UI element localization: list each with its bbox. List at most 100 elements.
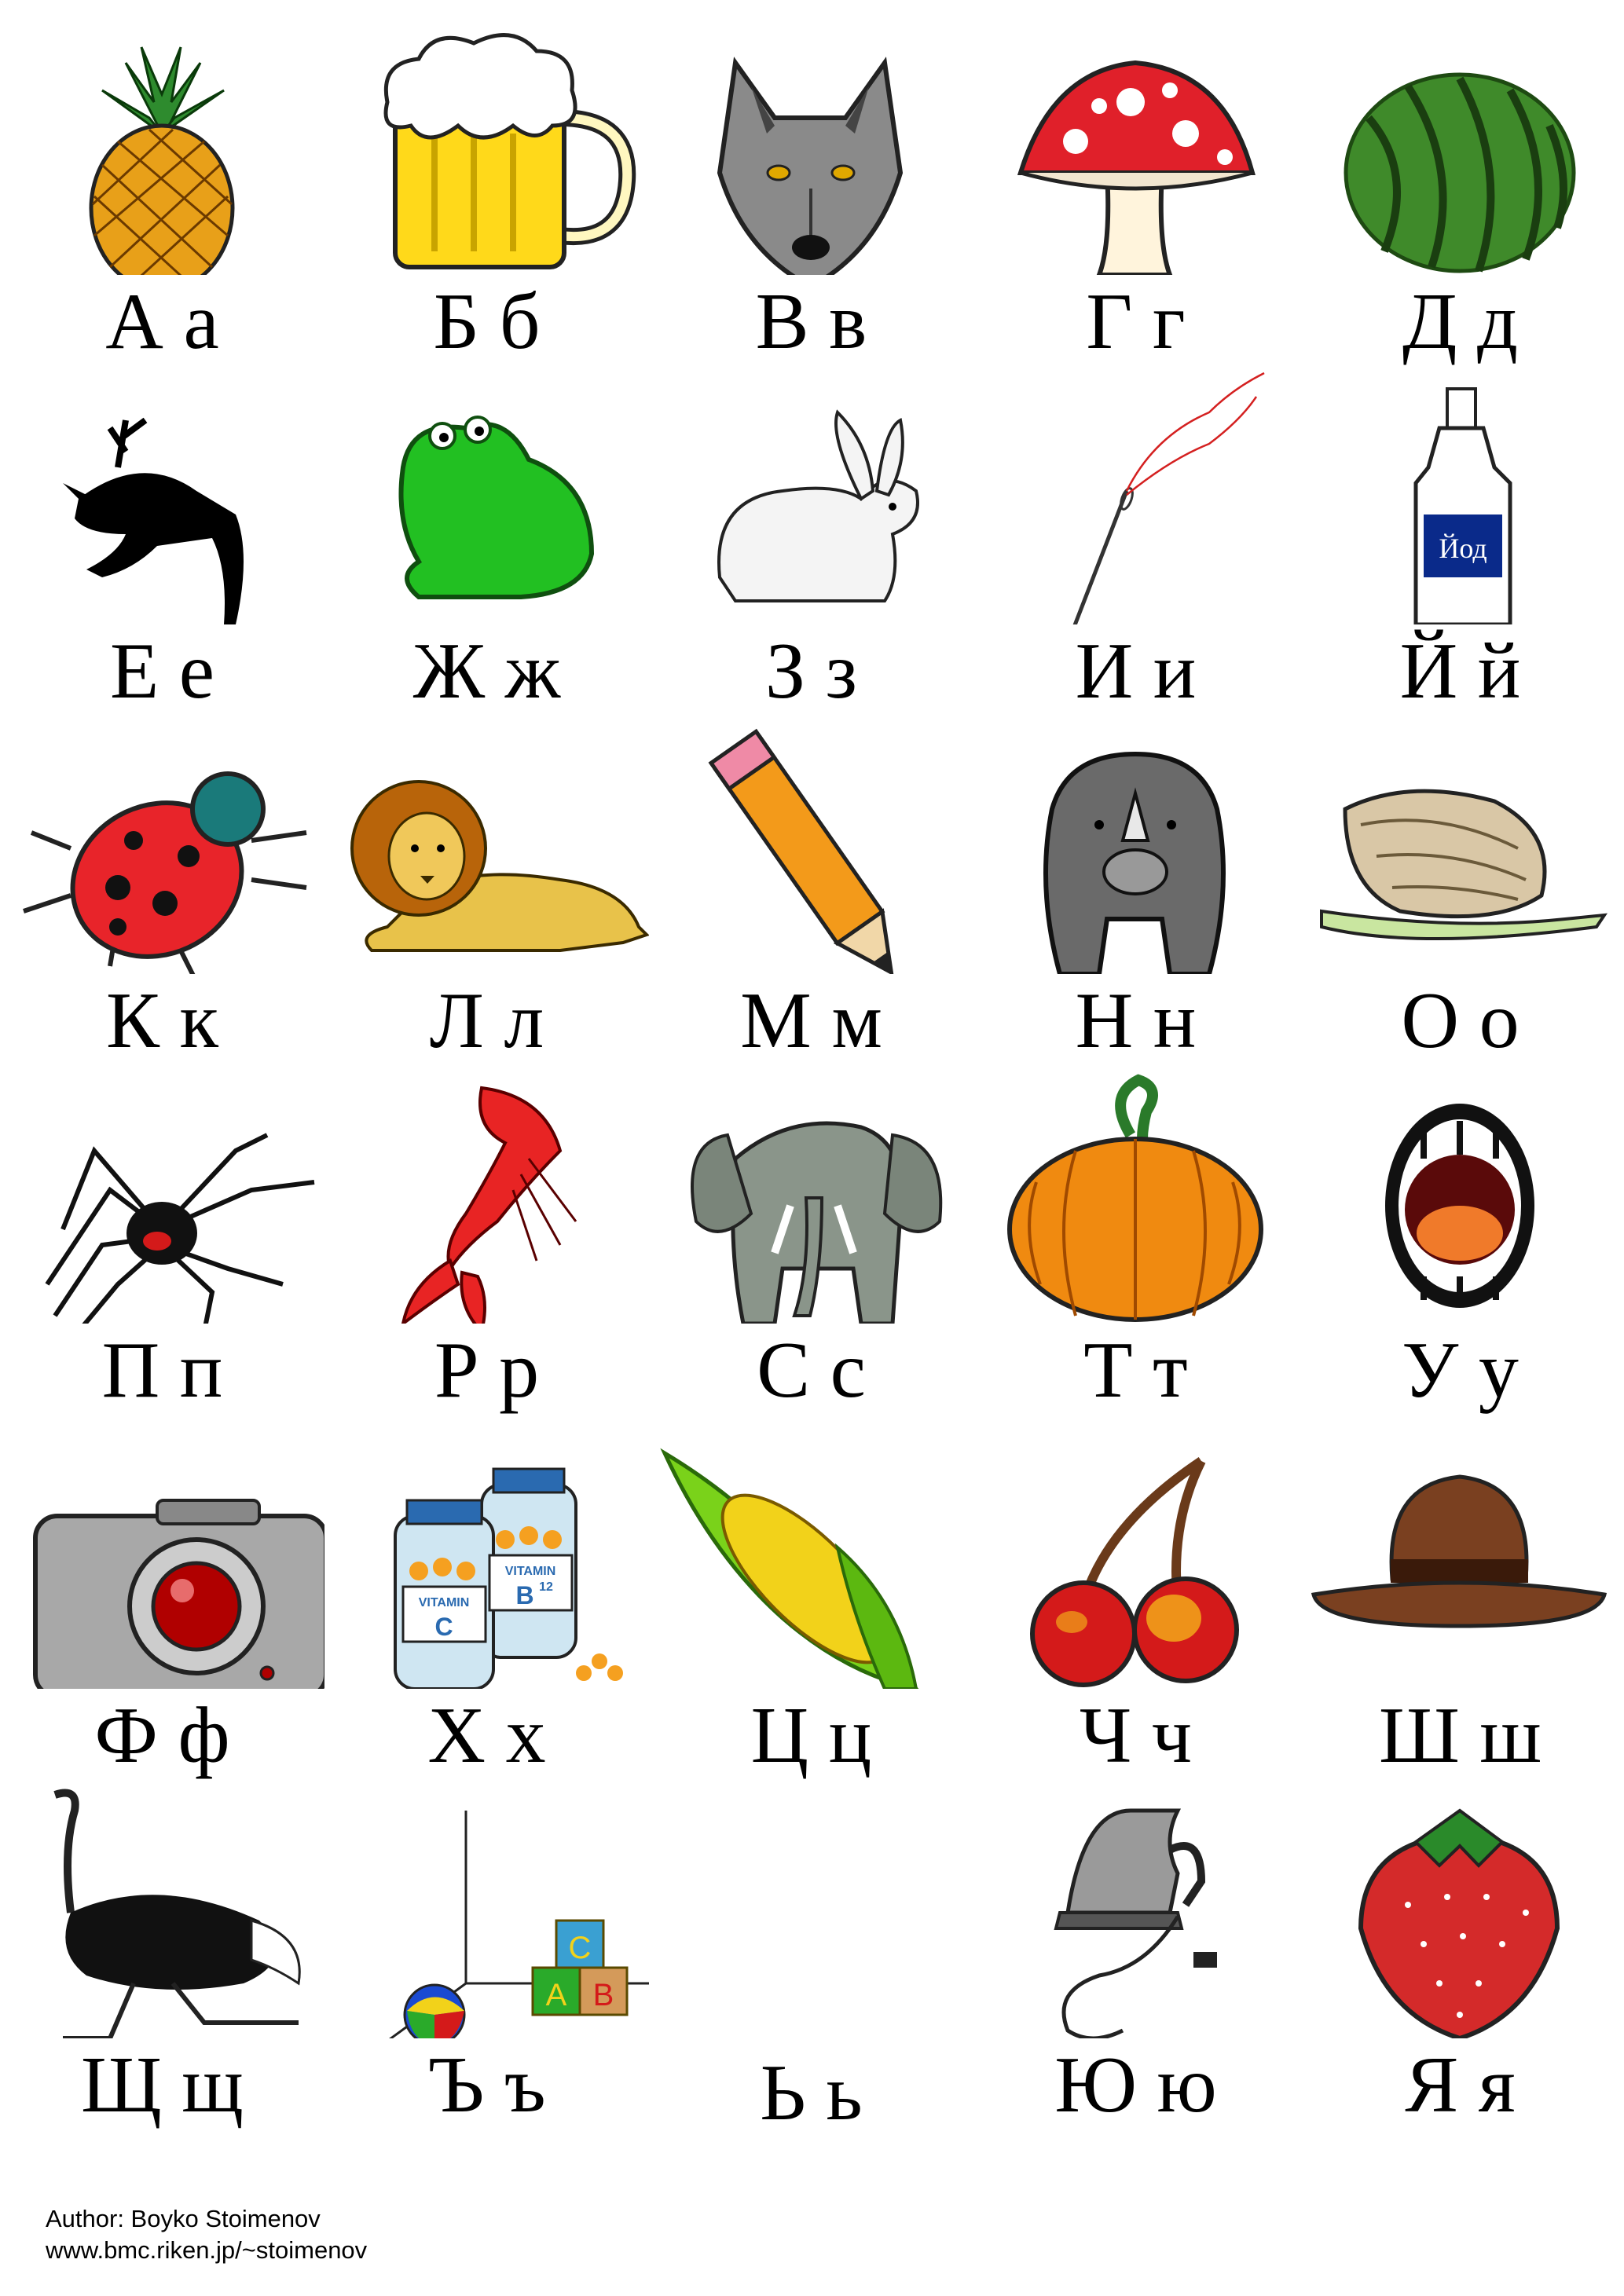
- letter-label: В в: [755, 277, 867, 366]
- cell-b: Б б: [324, 16, 649, 369]
- cell-f: Ф ф: [0, 1430, 324, 1783]
- pumpkin-icon: [973, 1064, 1298, 1324]
- beer-mug-icon: [324, 16, 649, 275]
- letter-label: Ь ь: [760, 2049, 863, 2137]
- letter-label: П п: [101, 1326, 223, 1415]
- cherries-icon: [973, 1430, 1298, 1689]
- cell-ch: Ч ч: [973, 1430, 1298, 1783]
- vitamin-c-label: VITAMIN: [419, 1596, 470, 1609]
- hat-icon: [1298, 1430, 1622, 1689]
- cell-j: Йод Й й: [1298, 365, 1622, 719]
- cell-t: Т т: [973, 1064, 1298, 1418]
- vitamin-b-number: 12: [539, 1580, 553, 1594]
- cell-r: Р р: [324, 1064, 649, 1418]
- letter-label: Ж ж: [412, 627, 561, 716]
- cell-p: П п: [0, 1064, 324, 1418]
- letter-label: Ш ш: [1379, 1691, 1542, 1780]
- deer-icon: [0, 365, 324, 624]
- iron-icon: [973, 1779, 1298, 2038]
- letter-label: С с: [757, 1326, 866, 1415]
- letter-label: Р р: [434, 1326, 540, 1415]
- cell-g: Г г: [973, 16, 1298, 369]
- corn-icon: [649, 1430, 973, 1689]
- strawberry-icon: [1298, 1779, 1622, 2038]
- letter-label: У у: [1402, 1326, 1519, 1415]
- pencil-icon: [649, 715, 973, 974]
- letter-label: Т т: [1083, 1326, 1188, 1415]
- block-a: A: [546, 1978, 567, 2012]
- credits: Author: Boyko Stoimenov www.bmc.riken.jp…: [46, 2203, 367, 2266]
- cell-zh: Ж ж: [324, 365, 649, 719]
- cell-n: Н н: [973, 715, 1298, 1068]
- letter-label: Й й: [1399, 627, 1521, 716]
- vitamin-c-letter: C: [434, 1613, 453, 1641]
- mushroom-icon: [973, 16, 1298, 275]
- letter-label: Е е: [109, 627, 215, 716]
- mouth-icon: [1298, 1064, 1622, 1324]
- block-c: C: [569, 1931, 592, 1965]
- bottle-label: Йод: [1439, 533, 1487, 564]
- pineapple-icon: [0, 16, 324, 275]
- iodine-bottle-icon: Йод: [1298, 365, 1622, 624]
- snail-icon: [1298, 715, 1622, 974]
- letter-label: Л л: [429, 976, 544, 1065]
- cell-u: У у: [1298, 1064, 1622, 1418]
- cell-o: О о: [1298, 715, 1622, 1068]
- letter-label: Ц ц: [750, 1691, 872, 1780]
- letter-label: Я я: [1405, 2041, 1516, 2129]
- letter-label: Щ щ: [81, 2041, 244, 2129]
- cell-d: Д д: [1298, 16, 1622, 369]
- cell-m: М м: [649, 715, 973, 1068]
- cell-i: И и: [973, 365, 1298, 719]
- letter-label: Ф ф: [94, 1691, 230, 1780]
- letter-label: О о: [1401, 976, 1520, 1065]
- watermelon-icon: [1298, 16, 1622, 275]
- letter-label: К к: [105, 976, 219, 1065]
- cell-sh: Ш ш: [1298, 1430, 1622, 1783]
- ostrich-icon: [0, 1779, 324, 2038]
- letter-label: Х х: [427, 1691, 546, 1780]
- letter-label: А а: [105, 277, 219, 366]
- letter-label: Н н: [1075, 976, 1197, 1065]
- cell-s: С с: [649, 1064, 973, 1418]
- cell-e: Е е: [0, 365, 324, 719]
- letter-label: И и: [1075, 627, 1197, 716]
- lion-icon: [324, 715, 649, 974]
- letter-label: Ч ч: [1079, 1691, 1193, 1780]
- rabbit-icon: [649, 365, 973, 624]
- rhino-icon: [973, 715, 1298, 974]
- letter-label: Ъ ъ: [427, 2041, 546, 2129]
- needle-icon: [973, 365, 1298, 624]
- author-credit: Author: Boyko Stoimenov: [46, 2205, 321, 2232]
- vitamin-b-letter: B: [515, 1581, 533, 1609]
- cell-v: В в: [649, 16, 973, 369]
- cell-ts: Ц ц: [649, 1430, 973, 1783]
- vitamins-icon: VITAMIN C VITAMIN B 12: [324, 1430, 649, 1689]
- spider-icon: [0, 1064, 324, 1324]
- elephant-icon: [649, 1064, 973, 1324]
- cell-z: З з: [649, 365, 973, 719]
- letter-label: Б б: [433, 277, 541, 366]
- cell-l: Л л: [324, 715, 649, 1068]
- letter-label: З з: [765, 627, 857, 716]
- alphabet-poster: А а Б б В в Г г Д д Е е Ж ж З з И и Йод …: [0, 0, 1624, 2296]
- cell-yu: Ю ю: [973, 1779, 1298, 2133]
- letter-label: Д д: [1402, 277, 1518, 366]
- letter-label: Г г: [1086, 277, 1186, 366]
- letter-label: М м: [740, 976, 882, 1065]
- letter-label: Ю ю: [1054, 2041, 1217, 2129]
- camera-icon: [0, 1430, 324, 1689]
- block-b: B: [593, 1978, 614, 2012]
- cell-ya: Я я: [1298, 1779, 1622, 2133]
- author-url: www.bmc.riken.jp/~stoimenov: [46, 2236, 368, 2264]
- vitamin-b-label: VITAMIN: [505, 1565, 556, 1578]
- toy-blocks-icon: C A B: [324, 1779, 649, 2038]
- ladybug-icon: [0, 715, 324, 974]
- frog-icon: [324, 365, 649, 624]
- cell-h: VITAMIN C VITAMIN B 12 Х х: [324, 1430, 649, 1783]
- cell-a: А а: [0, 16, 324, 369]
- wolf-icon: [649, 16, 973, 275]
- cell-hard-sign: C A B Ъ ъ: [324, 1779, 649, 2133]
- crayfish-icon: [324, 1064, 649, 1324]
- cell-shch: Щ щ: [0, 1779, 324, 2133]
